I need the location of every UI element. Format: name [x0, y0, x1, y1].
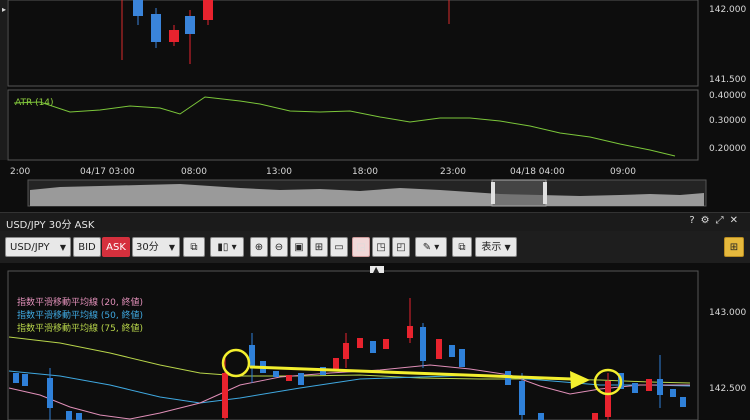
- gear-icon[interactable]: ⚙: [701, 215, 716, 226]
- close-icon[interactable]: ✕: [730, 215, 744, 226]
- upper-chart-svg: ▸ 142.000 141.500 ATR (14) 0.40000 0.300…: [0, 0, 746, 207]
- symbol-value: USD/JPY: [10, 242, 50, 253]
- upper-chart-area: ▸ 142.000 141.500 ATR (14) 0.40000 0.300…: [0, 0, 750, 212]
- draw-copy-icon: ◳: [376, 242, 386, 253]
- minus-icon: ⊖: [274, 242, 284, 253]
- grid-icon: ⊞: [729, 242, 739, 253]
- legend-ema-75: 指数平滑移動平均線 (75, 終値): [17, 324, 144, 334]
- lower-price-label-2: 142.500: [709, 384, 746, 394]
- lower-plot-frame: [7, 270, 699, 420]
- pencil-icon: ✎ ▾: [422, 242, 440, 253]
- draw-delete-icon: ◰: [396, 242, 406, 253]
- drawing-tool-1-button[interactable]: ◲: [352, 237, 370, 257]
- chevron-down-icon: ▼: [59, 243, 66, 252]
- atr-label-2: 0.30000: [709, 116, 746, 126]
- time-label-6: 23:00: [440, 167, 466, 177]
- time-label-7: 04/18 04:00: [510, 167, 565, 177]
- time-label-8: 09:00: [610, 167, 636, 177]
- display-label: 表示: [481, 242, 502, 253]
- chart-panel-header: USD/JPY 30分 ASK ?⚙⤢✕: [0, 212, 750, 232]
- time-label-4: 13:00: [266, 167, 292, 177]
- time-label-3: 08:00: [181, 167, 207, 177]
- chart-toolbar: USD/JPY ▼ BID ASK 30分 ▼ ⧉ ▮▯ ▾ ⊕ ⊖ ▣ ⊞ ▭…: [0, 231, 750, 263]
- drawing-tool-3-button[interactable]: ◰: [392, 237, 410, 257]
- zoom-out-button[interactable]: ⊖: [270, 237, 288, 257]
- legend-ema-50: 指数平滑移動平均線 (50, 終値): [17, 311, 144, 321]
- timeframe-select[interactable]: 30分 ▼: [132, 237, 180, 257]
- chevron-down-icon: ▼: [504, 243, 511, 252]
- camera-icon: ⧉: [458, 242, 466, 253]
- window-button[interactable]: ▭: [330, 237, 348, 257]
- panel-header-icons: ?⚙⤢✕: [689, 215, 744, 226]
- upper-price-label-1: 142.000: [709, 5, 746, 15]
- collapse-arrow-icon[interactable]: ▸: [2, 5, 6, 14]
- chevron-up-icon: ▲: [373, 265, 380, 274]
- draw-shape-icon: ◲: [356, 242, 366, 253]
- pen-tool-button[interactable]: ✎ ▾: [415, 237, 447, 257]
- lower-price-label-1: 143.000: [709, 308, 746, 318]
- zoom-in-button[interactable]: ⊕: [250, 237, 268, 257]
- navigator-window[interactable]: [491, 179, 547, 207]
- snapshot-button[interactable]: ⧉: [452, 237, 472, 257]
- candlestick-icon: ▮▯ ▾: [217, 242, 237, 253]
- drawing-tool-2-button[interactable]: ◳: [372, 237, 390, 257]
- navigator-right-handle[interactable]: [543, 182, 547, 204]
- atr-plot-frame: [7, 89, 699, 161]
- lower-chart-area: ▲ 143.000 142.500 指数平滑移動平均線 (20, 終値) 指数平…: [0, 263, 750, 420]
- link-chart-button[interactable]: ⧉: [183, 237, 205, 257]
- time-label-5: 18:00: [352, 167, 378, 177]
- navigator-left-handle[interactable]: [491, 182, 495, 204]
- price-plot-frame: [7, 0, 699, 87]
- plus-icon: ⊕: [254, 242, 264, 253]
- layout-grid-button[interactable]: ⊞: [724, 237, 744, 257]
- time-label-2: 04/17 03:00: [80, 167, 135, 177]
- display-menu-button[interactable]: 表示 ▼: [475, 237, 517, 257]
- timeframe-value: 30分: [136, 242, 159, 253]
- fit-button[interactable]: ▣: [290, 237, 308, 257]
- link-icon: ⧉: [190, 242, 198, 253]
- help-icon[interactable]: ?: [689, 215, 700, 226]
- ask-button[interactable]: ASK: [102, 237, 130, 257]
- bid-button[interactable]: BID: [73, 237, 101, 257]
- upper-price-label-2: 141.500: [709, 75, 746, 85]
- atr-label-3: 0.20000: [709, 144, 746, 154]
- window-icon: ▭: [334, 242, 344, 253]
- symbol-select[interactable]: USD/JPY ▼: [5, 237, 71, 257]
- left-scroll-strip[interactable]: [0, 0, 7, 160]
- maximize-icon[interactable]: ⤢: [716, 215, 730, 226]
- chevron-down-icon: ▼: [168, 243, 175, 252]
- fit-icon: ▣: [294, 242, 304, 253]
- lower-chart-svg: ▲ 143.000 142.500: [7, 265, 746, 420]
- legend-ema-20: 指数平滑移動平均線 (20, 終値): [17, 298, 144, 308]
- panel-title: USD/JPY 30分 ASK: [6, 220, 95, 231]
- expand-button[interactable]: ⊞: [310, 237, 328, 257]
- atr-label-1: 0.40000: [709, 91, 746, 101]
- time-label-1: 2:00: [10, 167, 30, 177]
- expand-icon: ⊞: [314, 242, 324, 253]
- time-axis: 2:00 04/17 03:00 08:00 13:00 18:00 23:00…: [10, 167, 636, 177]
- chart-type-button[interactable]: ▮▯ ▾: [210, 237, 244, 257]
